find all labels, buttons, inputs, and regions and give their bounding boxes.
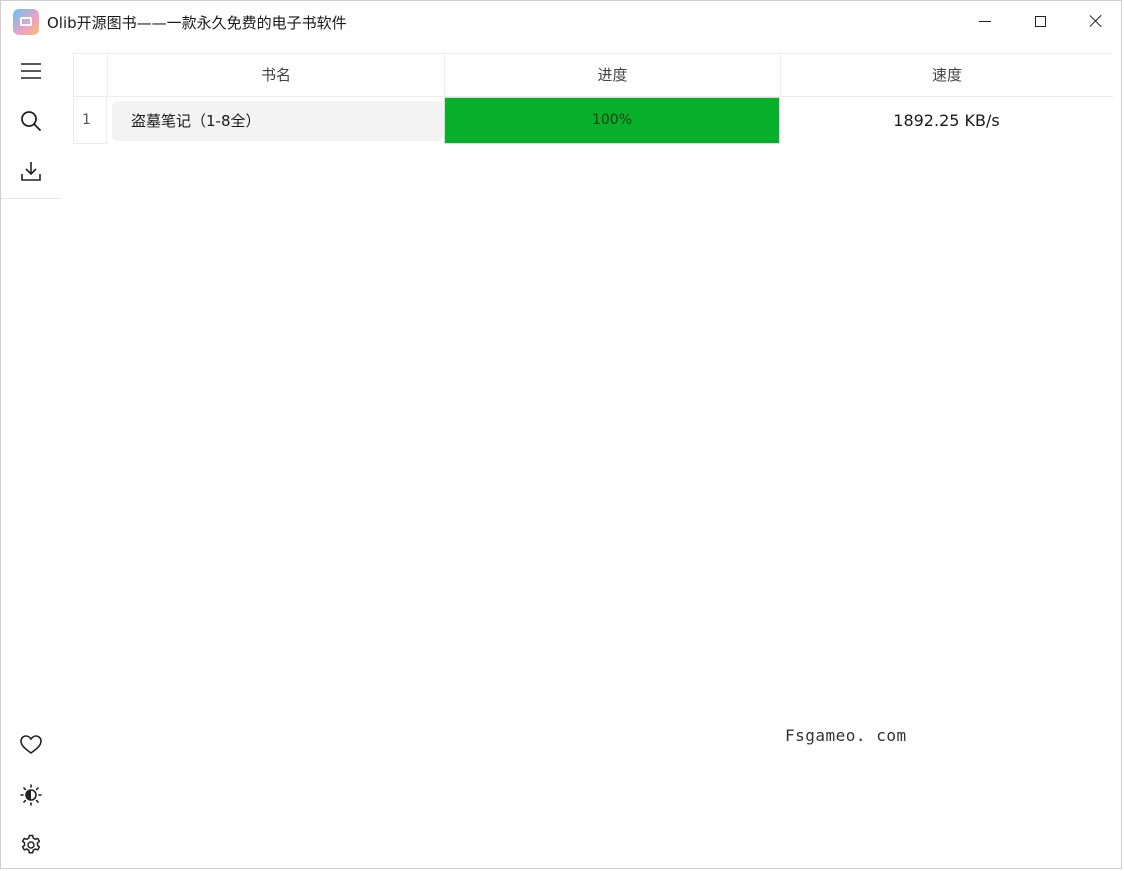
- gear-icon: [21, 834, 41, 854]
- download-button[interactable]: [11, 151, 51, 191]
- progress-text: 100%: [591, 112, 633, 128]
- header-progress[interactable]: 进度: [444, 54, 780, 96]
- app-icon: [13, 9, 39, 35]
- settings-button[interactable]: [11, 825, 51, 865]
- speed-cell: 1892.25 KB/s: [893, 111, 1000, 130]
- favorite-button[interactable]: [11, 725, 51, 765]
- table-header: 书名 进度 速度: [73, 53, 1113, 97]
- sidebar: [1, 43, 61, 869]
- minimize-button[interactable]: [957, 1, 1013, 41]
- menu-button[interactable]: [11, 51, 51, 91]
- close-icon: [1089, 14, 1103, 28]
- search-button[interactable]: [11, 101, 51, 141]
- maximize-icon: [1034, 15, 1046, 27]
- table-row[interactable]: 1 盗墓笔记（1-8全） 100% 1892.25 KB/s: [73, 97, 1113, 144]
- title-bar[interactable]: Olib开源图书——一款永久免费的电子书软件: [1, 1, 1121, 43]
- row-index: 1: [73, 97, 107, 144]
- progress-bar: 100%: [444, 97, 780, 144]
- header-speed[interactable]: 速度: [780, 54, 1113, 96]
- heart-icon: [20, 735, 42, 754]
- minimize-icon: [979, 20, 991, 22]
- search-icon: [21, 111, 41, 131]
- watermark-text: Fsgameo. com: [785, 726, 907, 745]
- maximize-button[interactable]: [1012, 1, 1068, 41]
- theme-toggle-button[interactable]: [11, 775, 51, 815]
- close-button[interactable]: [1068, 1, 1124, 41]
- app-window: Olib开源图书——一款永久免费的电子书软件 书名 进度 速度 1 盗墓笔记（1…: [0, 0, 1122, 869]
- download-icon: [21, 162, 41, 181]
- download-table: 书名 进度 速度 1 盗墓笔记（1-8全） 100% 1892.25 KB/s: [73, 53, 1113, 144]
- sidebar-divider: [1, 198, 61, 199]
- book-name-cell[interactable]: 盗墓笔记（1-8全）: [112, 101, 444, 141]
- hamburger-menu-icon: [21, 63, 41, 79]
- theme-contrast-icon: [20, 784, 42, 806]
- window-title: Olib开源图书——一款永久免费的电子书软件: [47, 14, 347, 32]
- header-book-name[interactable]: 书名: [107, 54, 444, 96]
- header-index: [73, 54, 107, 96]
